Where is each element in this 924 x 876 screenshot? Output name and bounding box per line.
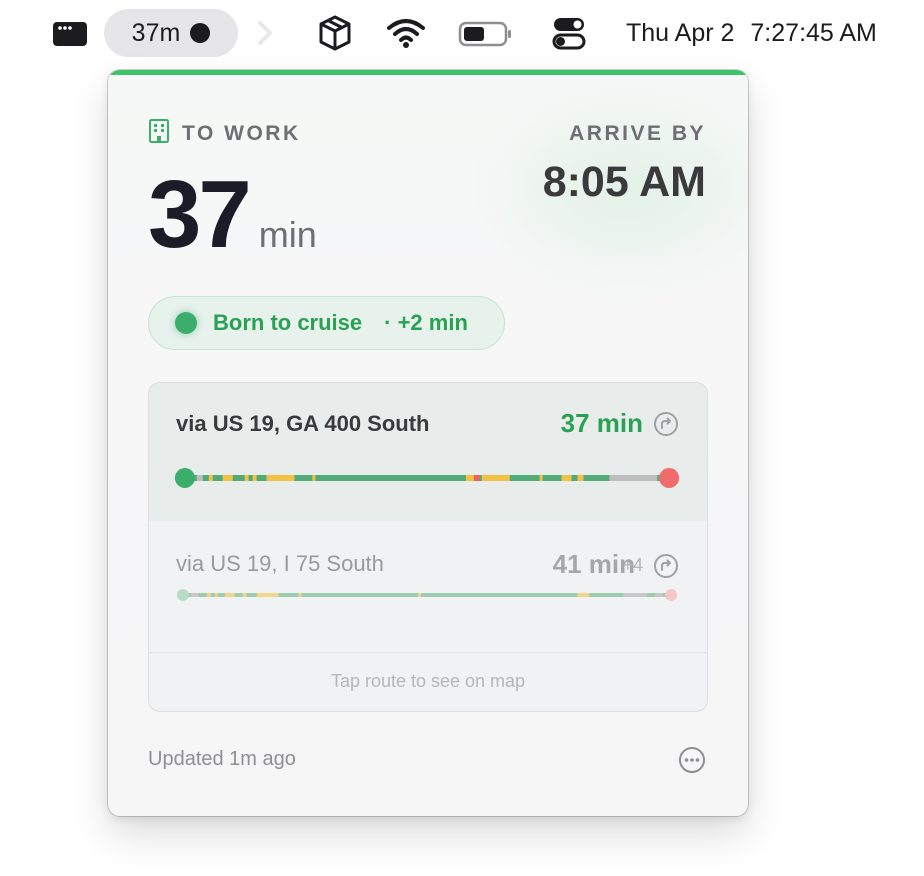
panel-accent-bar (108, 70, 748, 75)
chevron-right-icon[interactable] (250, 18, 280, 48)
routes-card: via US 19, GA 400 South 37 min via US 19… (148, 382, 708, 712)
eta-unit: min (258, 214, 317, 255)
destination-label: TO WORK (182, 121, 301, 145)
updated-timestamp: Updated 1m ago (148, 748, 296, 770)
arrive-by-time: 8:05 AM (542, 158, 706, 206)
terminal-window-icon[interactable] (52, 20, 88, 48)
menu-bar-clock[interactable]: Thu Apr 2 7:27:45 AM (626, 14, 916, 52)
route-traffic-bar (176, 589, 678, 601)
route-option-primary[interactable]: via US 19, GA 400 South 37 min (149, 383, 707, 521)
destination-header: TO WORK (148, 118, 301, 149)
route-hint: Tap route to see on map (330, 671, 526, 691)
eta-value: 37 (148, 161, 252, 268)
building-icon (148, 118, 170, 149)
commute-menu-extra[interactable]: 37m (104, 9, 238, 57)
route-delta: +4 (622, 555, 643, 575)
recording-dot-icon (190, 23, 211, 43)
arrive-by-label: ARRIVE BY (569, 122, 706, 145)
commute-popover: TO WORK 37 min ARRIVE BY 8:05 AM Born to… (108, 70, 748, 816)
battery-icon[interactable] (458, 20, 514, 48)
eta-display: 37 min (148, 160, 317, 270)
route-option-alternate[interactable]: via US 19, I 75 South 41 min +4 (149, 521, 707, 653)
route-arrow-icon[interactable] (653, 553, 679, 579)
ellipsis-circle-icon[interactable] (678, 746, 706, 774)
clock-date: Thu Apr 2 (626, 18, 735, 47)
control-center-icon[interactable] (552, 16, 586, 50)
wifi-icon[interactable] (386, 16, 426, 50)
route-name: via US 19, GA 400 South (176, 411, 430, 436)
commute-eta-text: 37m (131, 18, 181, 47)
route-traffic-bar (174, 468, 680, 488)
clock-time: 7:27:45 AM (750, 18, 877, 47)
status-delay: · +2 min (384, 310, 468, 335)
route-name: via US 19, I 75 South (176, 551, 384, 576)
route-arrow-icon[interactable] (653, 411, 679, 437)
status-text: Born to cruise (213, 310, 363, 335)
traffic-status-badge: Born to cruise · +2 min (148, 296, 505, 350)
route-time: 37 min (560, 408, 643, 438)
status-dot-icon (175, 312, 197, 334)
cube-icon[interactable] (317, 14, 353, 52)
menu-bar: 37m Thu Apr 2 7:27:45 AM (0, 0, 924, 64)
